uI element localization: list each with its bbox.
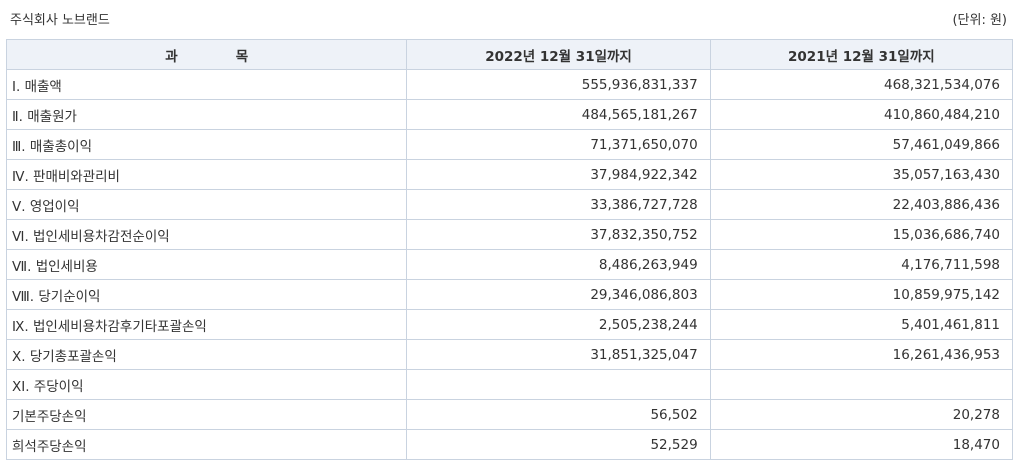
row-prior-value: 57,461,049,866 — [709, 129, 1014, 160]
row-current-value: 2,505,238,244 — [406, 309, 711, 340]
unit-label: (단위: 원) — [952, 13, 1007, 28]
row-item-label: Ⅱ. 매출원가 — [5, 99, 408, 130]
current-period-column-header: 2022년 12월 31일까지 — [406, 39, 711, 70]
row-prior-value: 410,860,484,210 — [709, 99, 1014, 130]
table-row: Ⅹ. 당기총포괄손익 31,851,325,047 16,261,436,953 — [5, 339, 1014, 370]
row-item-label: Ⅴ. 영업이익 — [5, 189, 408, 220]
row-prior-value: 35,057,163,430 — [709, 159, 1014, 190]
row-prior-value: 16,261,436,953 — [709, 339, 1014, 370]
row-prior-value: 15,036,686,740 — [709, 219, 1014, 250]
report-header: 주식회사 노브랜드 (단위: 원) — [0, 0, 1017, 36]
row-current-value: 33,386,727,728 — [406, 189, 711, 220]
table-row: 기본주당손익 56,502 20,278 — [5, 399, 1014, 430]
income-statement-table: 과목 2022년 12월 31일까지 2021년 12월 31일까지 Ⅰ. 매출… — [5, 39, 1014, 460]
row-prior-value: 18,470 — [709, 429, 1014, 460]
row-prior-value: 468,321,534,076 — [709, 69, 1014, 100]
table-row: Ⅳ. 판매비와관리비 37,984,922,342 35,057,163,430 — [5, 159, 1014, 190]
row-current-value: 8,486,263,949 — [406, 249, 711, 280]
row-item-label: 희석주당손익 — [5, 429, 408, 460]
table-row: Ⅸ. 법인세비용차감후기타포괄손익 2,505,238,244 5,401,46… — [5, 309, 1014, 340]
header-row: 과목 2022년 12월 31일까지 2021년 12월 31일까지 — [5, 39, 1014, 70]
prior-period-column-header: 2021년 12월 31일까지 — [709, 39, 1014, 70]
row-prior-value: 5,401,461,811 — [709, 309, 1014, 340]
table-row: Ⅴ. 영업이익 33,386,727,728 22,403,886,436 — [5, 189, 1014, 220]
row-item-label: Ⅲ. 매출총이익 — [5, 129, 408, 160]
table-row: Ⅱ. 매출원가 484,565,181,267 410,860,484,210 — [5, 99, 1014, 130]
row-current-value: 29,346,086,803 — [406, 279, 711, 310]
row-current-value: 31,851,325,047 — [406, 339, 711, 370]
row-current-value: 56,502 — [406, 399, 711, 430]
row-current-value: 71,371,650,070 — [406, 129, 711, 160]
subject-header-part1: 과 — [165, 48, 178, 65]
table-body: Ⅰ. 매출액 555,936,831,337 468,321,534,076 Ⅱ… — [5, 69, 1014, 460]
row-item-label: Ⅵ. 법인세비용차감전순이익 — [5, 219, 408, 250]
row-prior-value: 22,403,886,436 — [709, 189, 1014, 220]
row-current-value: 37,984,922,342 — [406, 159, 711, 190]
table-row: Ⅵ. 법인세비용차감전순이익 37,832,350,752 15,036,686… — [5, 219, 1014, 250]
row-item-label: Ⅸ. 법인세비용차감후기타포괄손익 — [5, 309, 408, 340]
row-item-label: XI. 주당이익 — [5, 369, 408, 400]
company-name: 주식회사 노브랜드 — [10, 13, 110, 28]
row-current-value: 484,565,181,267 — [406, 99, 711, 130]
row-item-label: Ⅷ. 당기순이익 — [5, 279, 408, 310]
table-row: Ⅷ. 당기순이익 29,346,086,803 10,859,975,142 — [5, 279, 1014, 310]
subject-column-header: 과목 — [5, 39, 408, 70]
row-prior-value — [709, 369, 1014, 400]
table-row: Ⅶ. 법인세비용 8,486,263,949 4,176,711,598 — [5, 249, 1014, 280]
row-current-value: 52,529 — [406, 429, 711, 460]
table-row: XI. 주당이익 — [5, 369, 1014, 400]
row-prior-value: 10,859,975,142 — [709, 279, 1014, 310]
subject-header-part2: 목 — [235, 48, 249, 65]
table-row: Ⅲ. 매출총이익 71,371,650,070 57,461,049,866 — [5, 129, 1014, 160]
row-current-value: 37,832,350,752 — [406, 219, 711, 250]
table-row: Ⅰ. 매출액 555,936,831,337 468,321,534,076 — [5, 69, 1014, 100]
row-item-label: Ⅳ. 판매비와관리비 — [5, 159, 408, 190]
row-item-label: Ⅹ. 당기총포괄손익 — [5, 339, 408, 370]
row-prior-value: 4,176,711,598 — [709, 249, 1014, 280]
row-prior-value: 20,278 — [709, 399, 1014, 430]
row-current-value: 555,936,831,337 — [406, 69, 711, 100]
row-item-label: 기본주당손익 — [5, 399, 408, 430]
row-current-value — [406, 369, 711, 400]
table-header: 과목 2022년 12월 31일까지 2021년 12월 31일까지 — [5, 39, 1014, 70]
row-item-label: Ⅰ. 매출액 — [5, 69, 408, 100]
table-row: 희석주당손익 52,529 18,470 — [5, 429, 1014, 460]
row-item-label: Ⅶ. 법인세비용 — [5, 249, 408, 280]
